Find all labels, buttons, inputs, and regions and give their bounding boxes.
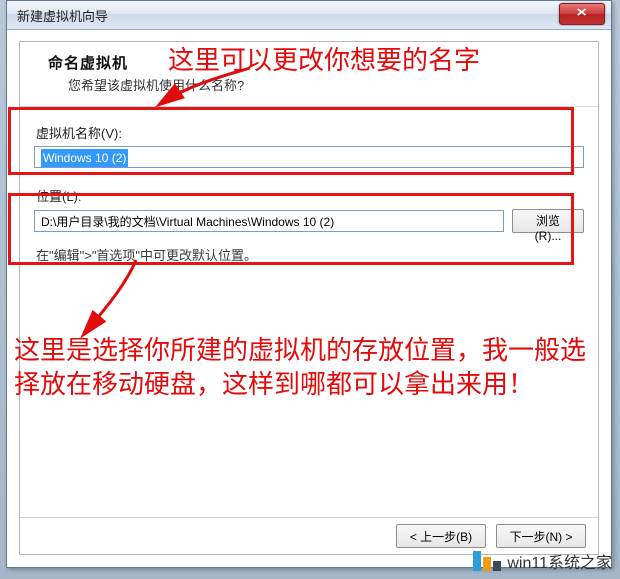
watermark-text: win11系统之家 bbox=[507, 549, 612, 573]
annotation-text-top: 这里可以更改你想要的名字 bbox=[168, 44, 480, 78]
vm-name-input[interactable]: Windows 10 (2) bbox=[34, 146, 584, 168]
vm-name-label: 虚拟机名称(V): bbox=[36, 123, 584, 142]
close-icon: ✕ bbox=[576, 4, 588, 22]
window-title: 新建虚拟机向导 bbox=[17, 6, 108, 25]
watermark: win11系统之家 bbox=[473, 549, 612, 573]
location-input[interactable] bbox=[34, 210, 504, 232]
default-location-hint: 在"编辑">"首选项"中可更改默认位置。 bbox=[36, 245, 584, 264]
back-button[interactable]: < 上一步(B) bbox=[396, 524, 486, 548]
close-button[interactable]: ✕ bbox=[559, 3, 605, 25]
client-area: 命名虚拟机 您希望该虚拟机使用什么名称? 虚拟机名称(V): Windows 1… bbox=[19, 41, 599, 555]
browse-button[interactable]: 浏览(R)... bbox=[512, 209, 584, 233]
watermark-logo-icon bbox=[473, 551, 501, 571]
form-body: 虚拟机名称(V): Windows 10 (2) 位置(L): 浏览(R)...… bbox=[20, 107, 598, 264]
annotation-text-bottom: 这里是选择你所建的虚拟机的存放位置，我一般选择放在移动硬盘，这样到哪都可以拿出来… bbox=[14, 334, 604, 402]
location-label: 位置(L): bbox=[36, 186, 584, 205]
next-button[interactable]: 下一步(N) > bbox=[496, 524, 586, 548]
wizard-window: 新建虚拟机向导 ✕ 命名虚拟机 您希望该虚拟机使用什么名称? 虚拟机名称(V):… bbox=[6, 0, 612, 568]
titlebar: 新建虚拟机向导 ✕ bbox=[7, 1, 611, 30]
vm-name-value: Windows 10 (2) bbox=[41, 149, 128, 167]
